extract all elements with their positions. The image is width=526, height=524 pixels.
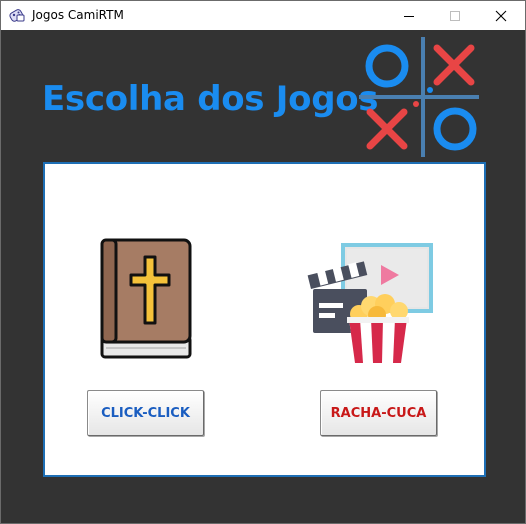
maximize-button[interactable] [432,1,478,30]
maximize-icon [450,10,460,21]
close-button[interactable] [478,1,524,30]
bible-icon [100,238,192,359]
title-bar[interactable]: Jogos CamiRTM [1,1,525,30]
racha-cuca-button[interactable]: RACHA-CUCA [320,390,437,436]
tic-tac-toe-icon [359,37,479,157]
game-app-icon [9,9,25,22]
minimize-button[interactable] [386,1,432,30]
page-title: Escolha dos Jogos [42,79,379,119]
movie-popcorn-icon [307,243,433,363]
minimize-icon [404,15,414,17]
window-title: Jogos CamiRTM [32,8,124,22]
close-icon [495,10,507,21]
app-window: Jogos CamiRTM Escolha dos Jogos CLICK-CL… [0,0,526,524]
click-click-button[interactable]: CLICK-CLICK [87,390,204,436]
